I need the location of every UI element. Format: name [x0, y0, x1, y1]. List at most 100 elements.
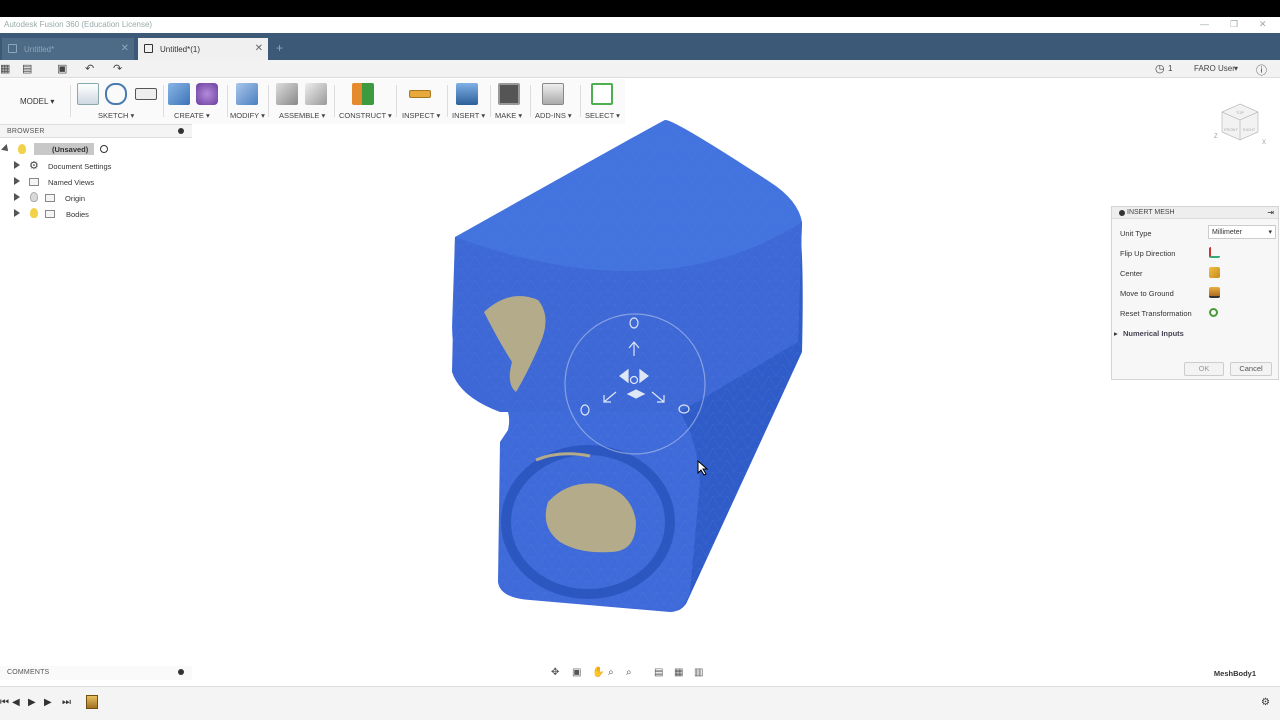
undo-icon[interactable]: ↶	[85, 62, 94, 75]
press-pull-icon[interactable]	[236, 83, 258, 105]
expand-arrow-icon[interactable]	[14, 177, 20, 185]
zoom-window-icon[interactable]: ⌕	[626, 667, 632, 678]
help-icon[interactable]: ⓘ	[1256, 62, 1267, 78]
reset-icon[interactable]	[1209, 308, 1218, 317]
document-icon	[8, 44, 17, 53]
browser-item-named-views[interactable]: Named Views	[0, 174, 192, 190]
unit-type-label: Unit Type	[1120, 229, 1152, 238]
visibility-bulb-icon[interactable]	[18, 144, 26, 154]
comments-panel-header[interactable]: COMMENTS	[0, 666, 192, 680]
close-window-button[interactable]: ✕	[1259, 19, 1267, 30]
reset-transformation-label: Reset Transformation	[1120, 309, 1192, 318]
new-component-icon[interactable]	[276, 83, 298, 105]
insert-mesh-header[interactable]: INSERT MESH ⇥	[1112, 207, 1278, 219]
browser-root-node[interactable]: (Unsaved)	[0, 142, 192, 158]
tab-untitled-1[interactable]: Untitled*(1) ✕	[138, 38, 268, 60]
step-forward-icon[interactable]: ▶	[44, 697, 52, 708]
divider	[334, 85, 335, 117]
ok-button[interactable]: OK	[1184, 362, 1224, 376]
modify-menu[interactable]: MODIFY ▾	[230, 111, 265, 120]
collapse-arrow-icon[interactable]	[1, 144, 11, 154]
folder-icon	[29, 178, 39, 186]
grid-settings-icon[interactable]: ▦	[674, 667, 683, 678]
mesh-body-viewport[interactable]	[440, 112, 820, 622]
view-cube[interactable]: TOP FRONT RIGHT Z X	[1212, 96, 1268, 152]
dialog-pin-icon[interactable]	[1119, 210, 1125, 216]
restore-button[interactable]: ❐	[1230, 19, 1238, 30]
minimize-button[interactable]: —	[1200, 19, 1209, 29]
viewcube-right-label: RIGHT	[1243, 127, 1256, 132]
visibility-bulb-icon[interactable]	[30, 192, 38, 202]
insert-image-icon[interactable]	[456, 83, 478, 105]
offset-plane-icon[interactable]	[352, 83, 374, 105]
cancel-button[interactable]: Cancel	[1230, 362, 1272, 376]
browser-title: BROWSER	[7, 128, 45, 135]
flip-up-label: Flip Up Direction	[1120, 249, 1176, 258]
pan-icon[interactable]: ✋	[592, 667, 604, 678]
flip-axis-icon[interactable]	[1209, 247, 1220, 258]
play-icon[interactable]: ▶	[28, 697, 36, 708]
sketch-menu[interactable]: SKETCH ▾	[98, 111, 134, 120]
orbit-icon[interactable]: ✥	[551, 667, 559, 678]
workspace-switcher[interactable]: MODEL ▾	[20, 97, 54, 106]
rectangle-tool-icon[interactable]	[135, 88, 157, 100]
close-tab-icon[interactable]: ✕	[121, 43, 129, 54]
new-tab-icon[interactable]: +	[276, 41, 283, 55]
visibility-bulb-icon[interactable]	[30, 208, 38, 218]
expand-dialog-icon[interactable]: ⇥	[1267, 208, 1274, 217]
expand-arrow-icon[interactable]	[14, 161, 20, 169]
browser-item-origin[interactable]: Origin	[0, 190, 192, 206]
expand-arrow-icon[interactable]	[14, 209, 20, 217]
redo-icon[interactable]: ↷	[113, 62, 122, 75]
save-icon[interactable]: ▣	[57, 62, 67, 75]
browser-panel-header[interactable]: BROWSER	[0, 124, 192, 138]
create-sketch-icon[interactable]	[77, 83, 99, 105]
center-icon[interactable]	[1209, 267, 1220, 278]
activate-radio-icon[interactable]	[100, 145, 108, 153]
construct-menu[interactable]: CONSTRUCT ▾	[339, 111, 392, 120]
timeline-mesh-feature-icon[interactable]	[86, 695, 98, 709]
form-icon[interactable]	[196, 83, 218, 105]
expand-arrow-icon[interactable]	[14, 193, 20, 201]
create-menu[interactable]: CREATE ▾	[174, 111, 210, 120]
display-settings-icon[interactable]: ▤	[654, 667, 663, 678]
panel-pin-icon[interactable]	[178, 669, 184, 675]
selection-status: MeshBody1	[1213, 669, 1256, 678]
user-account-menu[interactable]: FARO User	[1194, 64, 1235, 73]
look-at-icon[interactable]: ▣	[572, 667, 581, 678]
go-to-start-icon[interactable]: ⏮	[0, 697, 9, 708]
reset-transformation-row: Reset Transformation	[1120, 305, 1270, 321]
step-back-icon[interactable]: ◀	[12, 697, 20, 708]
comments-title: COMMENTS	[7, 669, 50, 676]
modify-menu-label: MODIFY	[230, 111, 260, 120]
measure-icon[interactable]	[409, 90, 431, 98]
job-status-icon[interactable]: ◷	[1155, 62, 1165, 75]
zoom-icon[interactable]: ⌕	[608, 667, 614, 678]
browser-item-bodies[interactable]: Bodies	[0, 206, 192, 222]
extrude-icon[interactable]	[168, 83, 190, 105]
assemble-menu[interactable]: ASSEMBLE ▾	[279, 111, 325, 120]
inspect-menu[interactable]: INSPECT ▾	[402, 111, 440, 120]
ground-icon[interactable]	[1209, 287, 1220, 298]
timeline-settings-gear-icon[interactable]: ⚙	[1261, 697, 1270, 708]
numerical-inputs-label: Numerical Inputs	[1123, 329, 1184, 338]
3d-print-icon[interactable]	[498, 83, 520, 105]
viewports-icon[interactable]: ▥	[694, 667, 703, 678]
go-to-end-icon[interactable]: ⏭	[62, 697, 71, 708]
divider	[70, 85, 71, 117]
file-menu-icon[interactable]: ▤	[22, 62, 32, 75]
panel-pin-icon[interactable]	[178, 128, 184, 134]
scripts-addins-icon[interactable]	[542, 83, 564, 105]
line-tool-icon[interactable]	[105, 83, 127, 105]
assemble-menu-label: ASSEMBLE	[279, 111, 320, 120]
browser-item-document-settings[interactable]: ⚙ Document Settings	[0, 158, 192, 174]
tab-untitled[interactable]: Untitled* ✕	[2, 38, 134, 60]
select-icon[interactable]	[591, 83, 613, 105]
inspect-menu-label: INSPECT	[402, 111, 435, 120]
joint-icon[interactable]	[305, 83, 327, 105]
unit-type-select[interactable]: Millimeter ▾	[1208, 225, 1276, 239]
close-tab-icon[interactable]: ✕	[255, 43, 263, 54]
data-panel-grid-icon[interactable]: ▦	[0, 62, 10, 75]
numerical-inputs-toggle[interactable]: ▸ Numerical Inputs	[1114, 325, 1264, 341]
workspace-label: MODEL	[20, 97, 49, 106]
